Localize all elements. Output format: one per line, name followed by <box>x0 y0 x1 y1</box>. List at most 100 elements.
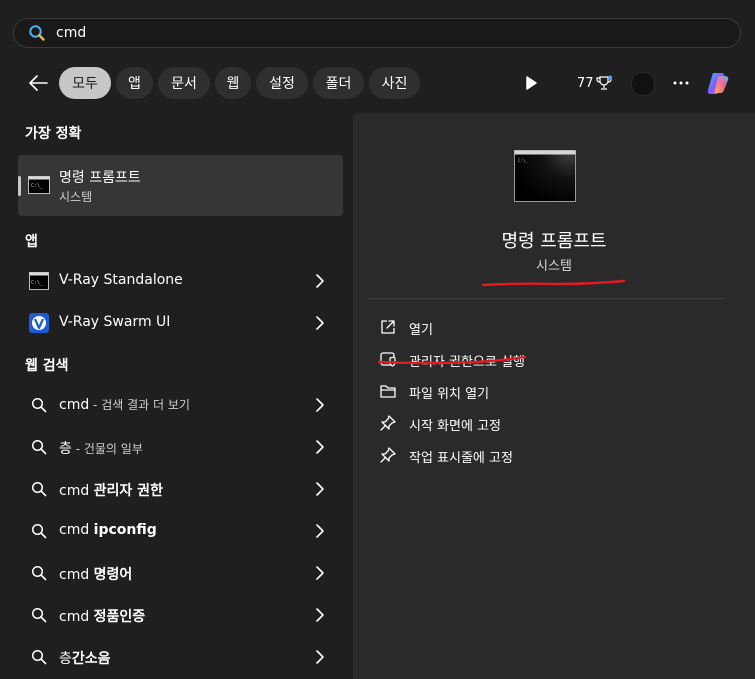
best-match-title: 명령 프롬프트 <box>59 170 141 186</box>
svg-text:C:\_: C:\_ <box>31 183 44 189</box>
action-pin-to-start[interactable]: 시작 화면에 고정 <box>379 411 679 435</box>
search-icon <box>29 563 49 583</box>
open-external-icon <box>381 320 395 334</box>
filter-bar: 모두 앱 문서 웹 설정 폴더 사진 77 <box>0 66 755 100</box>
divider <box>368 298 724 299</box>
query-hint: - 검색 결과 더 보기 <box>89 398 190 412</box>
detail-title: 명령 프롬프트 <box>501 231 607 252</box>
search-icon <box>29 521 49 541</box>
web-result-label: cmd 관리자 권한 <box>59 480 163 500</box>
svg-text:C:\_: C:\_ <box>31 280 44 286</box>
list-item-label: V-Ray Swarm UI <box>59 314 171 330</box>
chevron-right-icon <box>316 398 324 412</box>
web-result-label: cmd - 검색 결과 더 보기 <box>59 396 190 413</box>
filter-chip-all[interactable]: 모두 <box>59 67 111 99</box>
filter-chip-photos[interactable]: 사진 <box>369 67 420 99</box>
query-prefix: cmd <box>59 567 94 583</box>
svg-text:C:\_: C:\_ <box>518 158 528 163</box>
ellipsis-icon <box>673 81 689 85</box>
copilot-button[interactable] <box>704 68 734 98</box>
filter-chip-apps[interactable]: 앱 <box>116 67 153 99</box>
chevron-right-icon <box>316 524 324 538</box>
web-result-cmd-commands[interactable]: cmd 명령어 <box>18 554 343 592</box>
selection-indicator <box>18 176 21 196</box>
web-result-floor[interactable]: 층 - 건물의 일부 <box>18 428 343 466</box>
best-match-heading: 가장 정확 <box>25 126 82 142</box>
folder-icon <box>380 385 396 398</box>
best-match-item[interactable]: C:\_ 명령 프롬프트 시스템 <box>18 155 343 216</box>
trophy-icon <box>595 75 612 90</box>
rewards-points[interactable]: 77 <box>577 75 612 91</box>
query-prefix: 층 <box>59 651 72 667</box>
red-underline-annotation <box>481 279 626 287</box>
action-open-file-location[interactable]: 파일 위치 열기 <box>379 379 679 403</box>
list-item-vray-swarm[interactable]: V-Ray Swarm UI <box>18 304 343 342</box>
command-prompt-large-icon: C:\_ <box>514 150 576 202</box>
action-pin-to-taskbar[interactable]: 작업 표시줄에 고정 <box>379 443 679 467</box>
query-text: 층 <box>59 441 72 457</box>
points-value: 77 <box>577 75 594 91</box>
chevron-right-icon <box>316 482 324 496</box>
chevron-right-icon <box>316 440 324 454</box>
vray-swarm-icon <box>29 313 49 333</box>
web-result-label: cmd ipconfig <box>59 522 157 538</box>
back-button[interactable] <box>26 72 50 94</box>
filter-chip-web[interactable]: 웹 <box>215 67 251 99</box>
filter-chip-folders[interactable]: 폴더 <box>313 67 364 99</box>
play-icon <box>526 76 537 90</box>
web-result-cmd-ipconfig[interactable]: cmd ipconfig <box>18 512 343 550</box>
search-icon <box>29 479 49 499</box>
web-search-heading: 웹 검색 <box>25 358 69 374</box>
apps-heading: 앱 <box>25 234 38 250</box>
web-result-label: cmd 정품인증 <box>59 606 145 626</box>
more-options-button[interactable] <box>670 72 692 94</box>
red-underline-annotation <box>377 355 527 365</box>
query-text: cmd <box>59 397 90 413</box>
action-label: 파일 위치 열기 <box>409 387 490 402</box>
action-open[interactable]: 열기 <box>379 315 679 339</box>
web-result-cmd-activation[interactable]: cmd 정품인증 <box>18 596 343 634</box>
detail-subtitle: 시스템 <box>536 259 572 274</box>
list-item-vray-standalone[interactable]: C:\_ V-Ray Standalone <box>18 262 343 300</box>
search-icon <box>29 437 49 457</box>
query-prefix: cmd <box>59 609 94 625</box>
chevron-right-icon <box>316 566 324 580</box>
search-icon <box>29 605 49 625</box>
query-suggestion: 명령어 <box>93 567 133 583</box>
action-label: 열기 <box>409 323 433 338</box>
list-item-label: V-Ray Standalone <box>59 272 183 288</box>
search-input[interactable] <box>54 24 740 42</box>
query-suggestion: 관리자 권한 <box>93 483 163 499</box>
chevron-right-icon <box>316 274 324 288</box>
detail-panel: C:\_ 명령 프롬프트 시스템 열기 관리자 권한으로 실행 파일 위치 열기 <box>353 113 755 679</box>
search-icon <box>28 24 46 42</box>
search-icon <box>29 647 49 667</box>
chevron-right-icon <box>316 316 324 330</box>
best-match-subtitle: 시스템 <box>59 190 93 204</box>
web-result-cmd-admin[interactable]: cmd 관리자 권한 <box>18 470 343 508</box>
filter-chip-documents[interactable]: 문서 <box>158 67 210 99</box>
vray-standalone-icon: C:\_ <box>29 271 49 291</box>
query-suggestion: 간소음 <box>71 651 111 667</box>
avatar[interactable] <box>631 72 655 96</box>
query-hint: - 건물의 일부 <box>71 442 143 456</box>
filter-chip-settings[interactable]: 설정 <box>256 67 308 99</box>
query-prefix: cmd <box>59 522 94 538</box>
action-label: 시작 화면에 고정 <box>409 419 501 434</box>
action-label: 작업 표시줄에 고정 <box>409 451 513 466</box>
web-result-label: cmd 명령어 <box>59 564 132 584</box>
chevron-right-icon <box>316 608 324 622</box>
query-prefix: cmd <box>59 483 94 499</box>
web-result-cmd[interactable]: cmd - 검색 결과 더 보기 <box>18 386 343 424</box>
copilot-icon <box>707 73 729 94</box>
command-prompt-icon: C:\_ <box>28 175 50 195</box>
search-icon <box>29 395 49 415</box>
back-arrow-icon <box>29 75 48 91</box>
results-panel: 가장 정확 C:\_ 명령 프롬프트 시스템 앱 C:\_ V-Ray Stan… <box>0 110 352 679</box>
pin-icon <box>380 415 396 431</box>
play-button[interactable] <box>523 75 539 91</box>
query-suggestion: 정품인증 <box>93 609 146 625</box>
pin-icon <box>380 447 396 463</box>
search-bar[interactable] <box>13 18 741 48</box>
web-result-floor-noise[interactable]: 층간소음 <box>18 638 343 676</box>
